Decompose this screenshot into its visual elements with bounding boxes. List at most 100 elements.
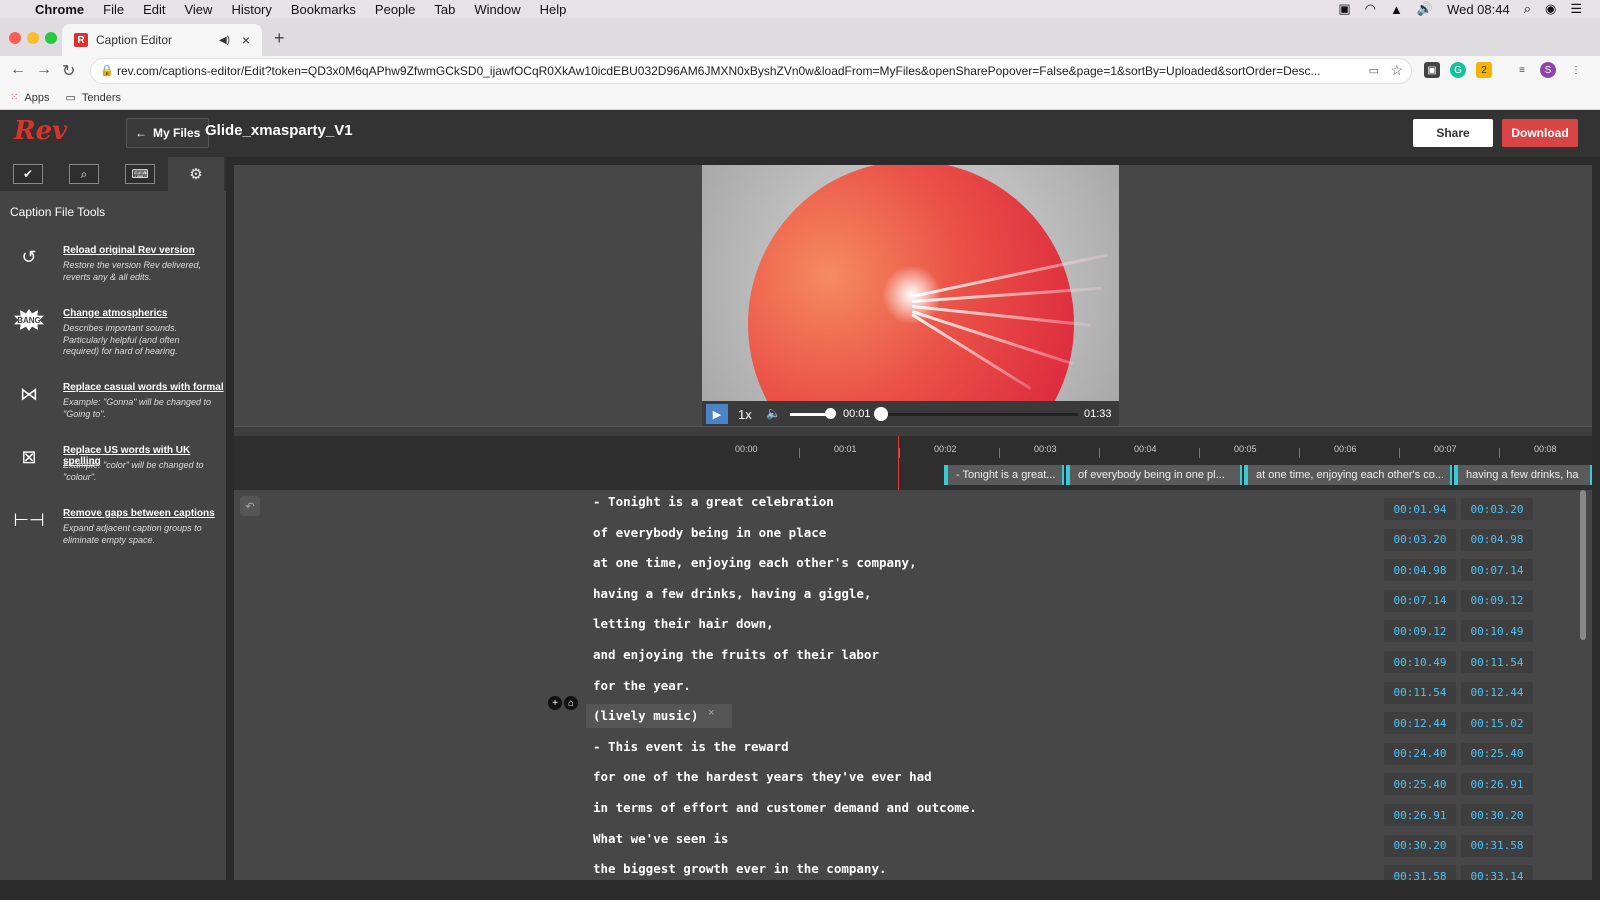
caption-row[interactable]: (lively music) × 00:12.44 00:15.02 bbox=[234, 704, 1592, 736]
menu-people[interactable]: People bbox=[375, 2, 415, 17]
reload-icon[interactable]: ↻ bbox=[62, 61, 75, 81]
panel-resize-handle[interactable] bbox=[234, 426, 1592, 436]
timeline-segment[interactable]: - Tonight is a great... bbox=[944, 465, 1064, 485]
progress-knob[interactable] bbox=[874, 407, 888, 421]
url-text[interactable]: rev.com/captions-editor/Edit?token=QD3x0… bbox=[117, 64, 1320, 78]
video-player[interactable]: ▶ 1x 🔈 00:01 01:33 bbox=[702, 165, 1119, 427]
caption-start-time[interactable]: 00:10.49 bbox=[1384, 651, 1456, 673]
caption-text[interactable]: for the year. bbox=[593, 676, 691, 696]
caption-end-time[interactable]: 00:33.14 bbox=[1461, 865, 1533, 880]
progress-bar[interactable] bbox=[878, 413, 1078, 416]
caption-end-time[interactable]: 00:03.20 bbox=[1461, 498, 1533, 520]
video-frame[interactable] bbox=[702, 165, 1119, 427]
caption-row[interactable]: of everybody being in one place 00:03.20 0… bbox=[234, 523, 1592, 553]
caption-end-time[interactable]: 00:11.54 bbox=[1461, 651, 1533, 673]
spotlight-icon[interactable]: ⌕ bbox=[1524, 1, 1531, 17]
caption-text[interactable]: What we've seen is bbox=[593, 829, 728, 849]
tool-label[interactable]: Reload original Rev version bbox=[63, 245, 195, 256]
caption-start-time[interactable]: 00:11.54 bbox=[1384, 681, 1456, 704]
menu-file[interactable]: File bbox=[103, 2, 124, 17]
volume-icon[interactable]: 🔊 bbox=[1417, 1, 1433, 17]
caption-end-time[interactable]: 00:30.20 bbox=[1461, 804, 1533, 826]
timeline-playhead[interactable] bbox=[898, 436, 899, 490]
play-button[interactable]: ▶ bbox=[706, 404, 728, 424]
caption-row[interactable]: - This event is the reward 00:24.40 00:25.… bbox=[234, 737, 1592, 767]
caption-row[interactable]: What we've seen is 00:30.20 00:31.58 bbox=[234, 829, 1592, 859]
caption-row[interactable]: at one time, enjoying each other's compa… bbox=[234, 553, 1592, 583]
timeline-segment[interactable]: having a few drinks, ha bbox=[1454, 465, 1592, 485]
menu-window[interactable]: Window bbox=[474, 2, 520, 17]
caption-text[interactable]: for one of the hardest years they've eve… bbox=[593, 767, 932, 787]
close-tab-icon[interactable]: × bbox=[242, 32, 250, 48]
lock-icon[interactable]: 🔒 bbox=[100, 64, 114, 77]
caption-row[interactable]: the biggest growth ever in the company. 0… bbox=[234, 859, 1592, 880]
my-files-button[interactable]: ← My Files bbox=[126, 118, 210, 148]
menu-help[interactable]: Help bbox=[540, 2, 567, 17]
back-icon[interactable]: ← bbox=[10, 61, 26, 79]
volume-knob[interactable] bbox=[825, 408, 836, 419]
caption-start-time[interactable]: 00:09.12 bbox=[1384, 620, 1456, 643]
caption-start-time[interactable]: 00:12.44 bbox=[1384, 712, 1456, 735]
cast-icon[interactable]: ▭ bbox=[1369, 64, 1379, 77]
caption-end-time[interactable]: 00:12.44 bbox=[1461, 681, 1533, 704]
user-icon[interactable]: ◉ bbox=[1545, 1, 1556, 17]
caption-start-time[interactable]: 00:31.58 bbox=[1384, 865, 1456, 880]
media-control-icon[interactable]: ≡ bbox=[1514, 62, 1530, 78]
grammarly-icon[interactable]: G bbox=[1450, 62, 1466, 78]
airplay-icon[interactable]: ▲ bbox=[1390, 2, 1403, 17]
timeline-segment[interactable]: at one time, enjoying each other's co... bbox=[1244, 465, 1452, 485]
new-tab-button[interactable]: + bbox=[274, 28, 285, 49]
clock[interactable]: Wed 08:44 bbox=[1447, 2, 1510, 17]
caption-end-time[interactable]: 00:04.98 bbox=[1461, 528, 1533, 551]
audio-playing-icon[interactable]: ◀) bbox=[219, 35, 230, 46]
profile-avatar[interactable]: S bbox=[1540, 62, 1556, 78]
minimize-window-button[interactable] bbox=[27, 32, 39, 44]
caption-start-time[interactable]: 00:24.40 bbox=[1384, 742, 1456, 765]
bookmark-star-icon[interactable]: ☆ bbox=[1390, 62, 1403, 79]
timeline[interactable]: 00:00 00:01 00:02 00:03 00:04 00:05 00:0… bbox=[234, 436, 1592, 490]
forward-icon[interactable]: → bbox=[36, 61, 52, 79]
menu-bookmarks[interactable]: Bookmarks bbox=[291, 2, 356, 17]
tab-shortcuts[interactable]: ⌨ bbox=[112, 157, 168, 191]
extension-icon[interactable]: ▣ bbox=[1424, 62, 1440, 78]
timeline-segment[interactable]: of everybody being in one pl... bbox=[1066, 465, 1242, 485]
caption-start-time[interactable]: 00:25.40 bbox=[1384, 773, 1456, 796]
caption-text[interactable]: and enjoying the fruits of their labor bbox=[593, 645, 879, 665]
address-bar[interactable]: 🔒 rev.com/captions-editor/Edit?token=QD3… bbox=[90, 58, 1412, 84]
menu-history[interactable]: History bbox=[231, 2, 271, 17]
tab-review[interactable]: ✔ bbox=[0, 157, 56, 191]
rev-logo[interactable]: Rev bbox=[14, 116, 67, 146]
editor-scrollbar[interactable] bbox=[1580, 490, 1586, 640]
caption-end-time[interactable]: 00:25.40 bbox=[1461, 742, 1533, 765]
wifi-icon[interactable]: ◠ bbox=[1365, 1, 1376, 17]
bookmark-tenders[interactable]: ▭ Tenders bbox=[65, 91, 121, 105]
maximize-window-button[interactable] bbox=[45, 32, 57, 44]
caption-end-time[interactable]: 00:09.12 bbox=[1461, 589, 1533, 612]
volume-icon[interactable]: 🔈 bbox=[766, 406, 781, 420]
caption-start-time[interactable]: 00:03.20 bbox=[1384, 528, 1456, 551]
playback-speed[interactable]: 1x bbox=[738, 407, 752, 422]
menu-edit[interactable]: Edit bbox=[143, 2, 165, 17]
caption-end-time[interactable]: 00:31.58 bbox=[1461, 834, 1533, 857]
caption-start-time[interactable]: 00:07.14 bbox=[1384, 589, 1456, 612]
caption-row[interactable]: and enjoying the fruits of their labor 00… bbox=[234, 645, 1592, 675]
tool-label[interactable]: Change atmospherics bbox=[63, 308, 167, 319]
caption-text[interactable]: in terms of effort and customer demand a… bbox=[593, 798, 977, 818]
caption-end-time[interactable]: 00:07.14 bbox=[1461, 559, 1533, 582]
tab-search[interactable]: ⌕ bbox=[56, 157, 112, 191]
caption-start-time[interactable]: 00:30.20 bbox=[1384, 834, 1456, 857]
notification-center-icon[interactable]: ☰ bbox=[1570, 1, 1582, 17]
caption-text[interactable]: at one time, enjoying each other's compa… bbox=[593, 553, 917, 573]
download-button[interactable]: Download bbox=[1502, 119, 1578, 147]
caption-start-time[interactable]: 00:04.98 bbox=[1384, 559, 1456, 582]
menu-view[interactable]: View bbox=[184, 2, 212, 17]
caption-row[interactable]: for the year. 00:11.54 00:12.44 bbox=[234, 676, 1592, 706]
caption-text[interactable]: of everybody being in one place bbox=[593, 523, 826, 543]
menu-tab[interactable]: Tab bbox=[434, 2, 455, 17]
menu-chrome[interactable]: Chrome bbox=[35, 2, 84, 17]
tool-label[interactable]: Replace casual words with formal bbox=[63, 382, 224, 393]
tab-caption-editor[interactable]: R Caption Editor ◀) × bbox=[62, 24, 262, 56]
tool-label[interactable]: Remove gaps between captions bbox=[63, 508, 215, 519]
caption-end-time[interactable]: 00:10.49 bbox=[1461, 620, 1533, 643]
close-window-button[interactable] bbox=[9, 32, 21, 44]
